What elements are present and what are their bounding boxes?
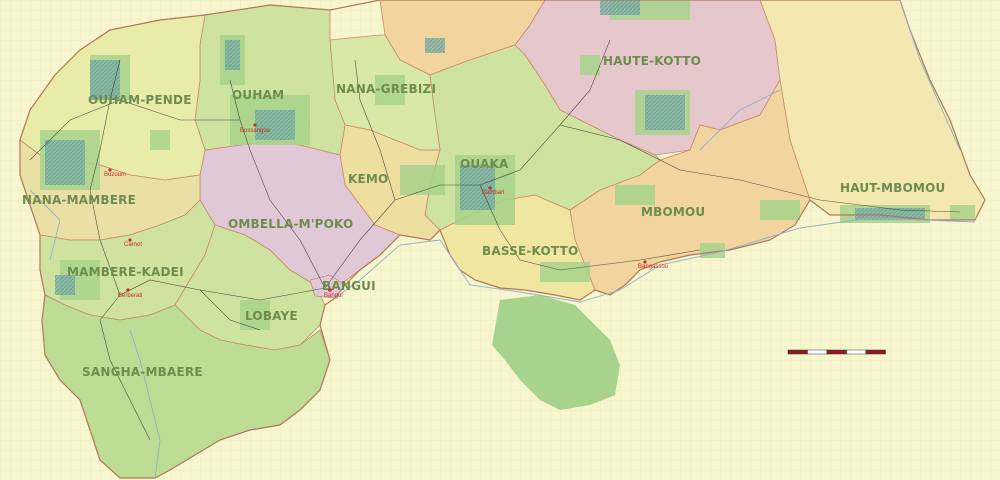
map-canvas[interactable]: OUHAM-PENDE OUHAM NANA-GREBIZI HAUTE-KOT… [0, 0, 1000, 480]
label-kemo: KEMO [348, 172, 388, 186]
label-basse-kotto: BASSE-KOTTO [482, 244, 578, 258]
city-label-bangui: Bangui [324, 293, 343, 299]
city-label-carnot: Carnot [124, 242, 142, 248]
city-dot-berberati[interactable] [126, 288, 130, 292]
scale-bar-segment [846, 349, 867, 355]
label-ouham-pende: OUHAM-PENDE [88, 93, 192, 107]
city-label-berberati: Berberati [118, 293, 142, 299]
city-label-bangassou: Bangassou [638, 264, 668, 270]
label-nana-mambere: NANA-MAMBERE [22, 193, 136, 207]
scale-bar-segment [865, 349, 886, 355]
city-label-bozoum: Bozoum [104, 172, 126, 178]
label-ombella-mpoko: OMBELLA-M'POKO [228, 217, 353, 231]
label-ouaka: OUAKA [460, 157, 509, 171]
scale-bar-segment [826, 349, 847, 355]
label-ouham: OUHAM [232, 88, 284, 102]
label-lobaye: LOBAYE [245, 309, 298, 323]
label-haute-kotto: HAUTE-KOTTO [603, 54, 701, 68]
label-mambere-kadei: MAMBERE-KADEI [67, 265, 184, 279]
scale-bar-segment [787, 349, 808, 355]
city-label-bossangoa: Bossangoa [240, 128, 271, 134]
city-dot-bangui[interactable] [328, 288, 332, 292]
scale-bar [787, 349, 886, 355]
label-nana-grebizi: NANA-GREBIZI [336, 82, 436, 96]
label-haut-mbomou: HAUT-MBOMOU [840, 181, 945, 195]
city-label-bambari: Bambari [482, 190, 504, 196]
city-dot-bossangoa[interactable] [253, 123, 257, 127]
label-mbomou: MBOMOU [641, 205, 705, 219]
label-sangha-mbaere: SANGHA-MBAERE [82, 365, 203, 379]
scale-bar-segment [807, 349, 828, 355]
